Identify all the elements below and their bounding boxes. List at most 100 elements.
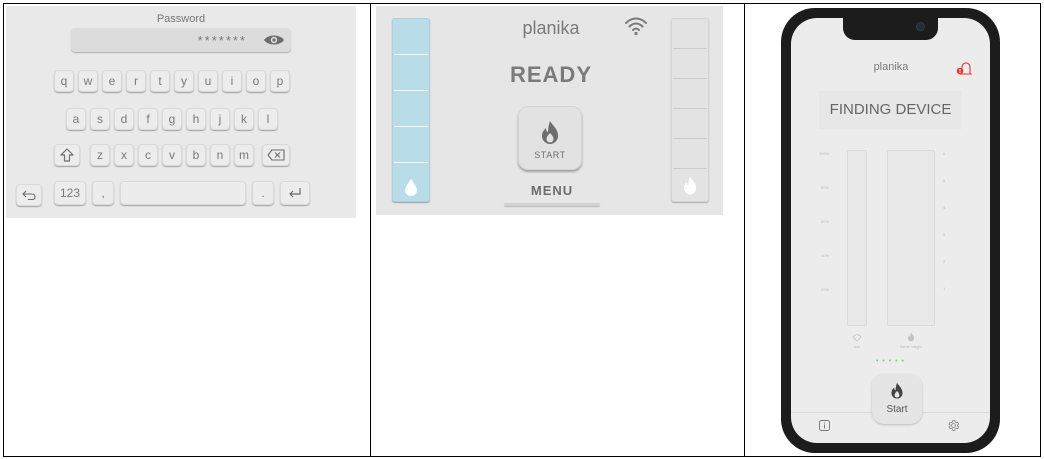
key-m[interactable]: m xyxy=(234,144,254,166)
brand-logo: planika xyxy=(873,61,909,73)
menu-button[interactable]: MENU xyxy=(504,183,600,198)
start-button-label: Start xyxy=(886,404,908,415)
key-r[interactable]: r xyxy=(126,70,146,92)
info-icon[interactable] xyxy=(819,420,830,431)
key-d[interactable]: d xyxy=(114,108,134,130)
percent-tick: 80% xyxy=(821,185,830,190)
fuel-gauge-segment xyxy=(394,126,428,127)
level-tick: 5 xyxy=(943,178,946,183)
start-button[interactable]: Start xyxy=(872,374,922,424)
key-g[interactable]: g xyxy=(162,108,182,130)
fuel-level-gauge xyxy=(392,18,430,202)
key-k[interactable]: k xyxy=(234,108,254,130)
status-text: FINDING DEVICE xyxy=(829,101,952,118)
key-q[interactable]: q xyxy=(54,70,74,92)
start-button-label: START xyxy=(534,150,566,160)
connecting-indicator: • • • • • xyxy=(875,358,906,365)
key-y[interactable]: y xyxy=(174,70,194,92)
comma-key[interactable]: , xyxy=(92,181,114,205)
password-label: Password xyxy=(156,13,206,25)
percent-tick: 20% xyxy=(821,287,830,292)
enter-icon xyxy=(289,188,301,198)
percent-tick: 40% xyxy=(821,253,830,258)
front-camera xyxy=(917,23,924,30)
flame-gauge-segment xyxy=(673,108,707,109)
key-u[interactable]: u xyxy=(198,70,218,92)
status-text: READY xyxy=(509,62,592,87)
level-tick: 4 xyxy=(943,205,946,210)
flame-gauge-segment xyxy=(673,138,707,139)
bell-alert-icon[interactable] xyxy=(956,62,972,76)
key-v[interactable]: v xyxy=(162,144,182,166)
key-x[interactable]: x xyxy=(114,144,134,166)
fuel-gauge-segment xyxy=(394,90,428,91)
gear-icon[interactable] xyxy=(947,419,960,432)
fuel-label: fuel xyxy=(853,344,861,349)
period-key[interactable]: . xyxy=(252,181,274,205)
enter-key[interactable] xyxy=(280,181,310,205)
start-button[interactable]: START xyxy=(518,106,582,170)
space-key[interactable] xyxy=(120,181,246,205)
flame-height-label: flame height xyxy=(900,344,922,349)
fuel-icon xyxy=(852,334,862,341)
flame-icon xyxy=(542,121,558,144)
table-border-bottom xyxy=(3,456,1041,457)
flame-height-gauge xyxy=(671,18,709,202)
key-n[interactable]: n xyxy=(210,144,230,166)
table-divider-1 xyxy=(370,3,371,457)
numbers-key[interactable]: 123 xyxy=(54,181,86,205)
phone-notch xyxy=(843,18,938,40)
phone-app-screen: planika FINDING DEVICE 100% 80% 60% 40% … xyxy=(791,18,990,443)
flame-icon xyxy=(907,332,915,342)
status-banner: FINDING DEVICE xyxy=(819,91,962,129)
percent-tick: 100% xyxy=(819,151,830,156)
flame-gauge-segment xyxy=(673,48,707,49)
key-t[interactable]: t xyxy=(150,70,170,92)
backspace-key[interactable] xyxy=(262,144,290,166)
key-z[interactable]: z xyxy=(90,144,110,166)
stove-control-screen: planika READY START MENU xyxy=(376,6,723,215)
flame-gauge-segment xyxy=(673,168,707,169)
flame-icon xyxy=(683,176,697,195)
key-j[interactable]: j xyxy=(210,108,230,130)
key-i[interactable]: i xyxy=(222,70,242,92)
table-border-top xyxy=(3,3,1041,4)
level-tick: 3 xyxy=(943,232,946,237)
key-o[interactable]: o xyxy=(246,70,266,92)
key-l[interactable]: l xyxy=(258,108,278,130)
password-field[interactable]: ******* xyxy=(71,28,291,52)
flame-gauge-segment xyxy=(673,78,707,79)
table-border-left xyxy=(3,3,4,457)
shift-icon xyxy=(60,148,74,162)
key-e[interactable]: e xyxy=(102,70,122,92)
menu-underline xyxy=(504,203,600,206)
keyboard-screen: Password ******* q w e r t y u i o p a s… xyxy=(6,6,356,218)
level-tick: 6 xyxy=(943,151,946,156)
flame-height-bar xyxy=(887,150,935,326)
table-border-right xyxy=(1040,3,1041,457)
key-f[interactable]: f xyxy=(138,108,158,130)
shift-key[interactable] xyxy=(54,144,80,166)
level-tick: 1 xyxy=(943,286,946,291)
wifi-icon xyxy=(625,17,647,36)
table-divider-2 xyxy=(744,3,745,457)
level-tick: 2 xyxy=(943,259,946,264)
key-a[interactable]: a xyxy=(66,108,86,130)
key-s[interactable]: s xyxy=(90,108,110,130)
key-w[interactable]: w xyxy=(78,70,98,92)
phone-frame: planika FINDING DEVICE 100% 80% 60% 40% … xyxy=(781,8,1000,453)
password-value: ******* xyxy=(197,33,247,48)
key-b[interactable]: b xyxy=(186,144,206,166)
key-p[interactable]: p xyxy=(270,70,290,92)
fuel-gauge-segment xyxy=(394,162,428,163)
back-key[interactable] xyxy=(16,184,42,206)
brand-logo: planika xyxy=(522,18,580,38)
key-c[interactable]: c xyxy=(138,144,158,166)
water-drop-icon xyxy=(405,179,417,196)
back-arrow-icon xyxy=(22,190,36,201)
key-h[interactable]: h xyxy=(186,108,206,130)
fuel-level-bar xyxy=(847,150,867,326)
fuel-gauge-segment xyxy=(394,54,428,55)
eye-icon[interactable] xyxy=(263,32,285,48)
backspace-icon xyxy=(267,149,285,161)
